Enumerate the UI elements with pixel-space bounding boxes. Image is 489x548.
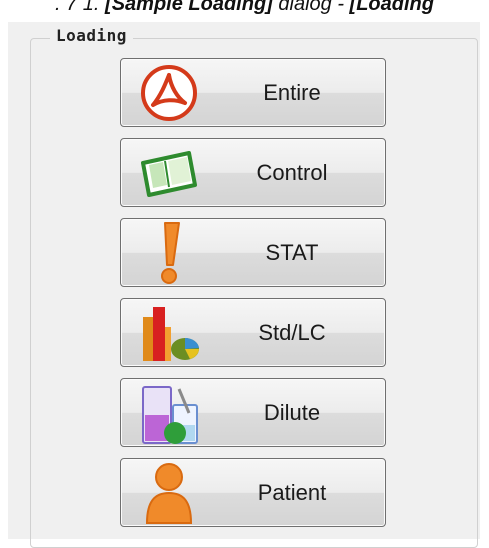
caption-suffix: [Loading bbox=[349, 0, 434, 15]
page-caption: . 7 1. [Sample Loading] dialog - [Loadin… bbox=[0, 0, 489, 16]
caption-prefix: . 7 1. bbox=[55, 0, 106, 15]
dilute-button[interactable]: Dilute bbox=[120, 378, 386, 447]
beaker-icon bbox=[135, 381, 201, 445]
bar-pie-chart-icon bbox=[135, 301, 201, 365]
entire-button-label: Entire bbox=[263, 79, 321, 105]
pdf-like-icon bbox=[135, 61, 201, 125]
control-button[interactable]: Control bbox=[120, 138, 386, 207]
caption-title: [Sample Loading] bbox=[105, 0, 273, 15]
stat-button-label: STAT bbox=[265, 239, 319, 265]
control-button-label: Control bbox=[256, 159, 328, 185]
person-icon bbox=[135, 461, 201, 525]
std-lc-button[interactable]: Std/LC bbox=[120, 298, 386, 367]
patient-button[interactable]: Patient bbox=[120, 458, 386, 527]
exclamation-icon bbox=[135, 221, 201, 285]
std-lc-button-label: Std/LC bbox=[258, 319, 326, 345]
entire-button[interactable]: Entire bbox=[120, 58, 386, 127]
stat-button[interactable]: STAT bbox=[120, 218, 386, 287]
control-card-icon bbox=[135, 141, 201, 205]
patient-button-label: Patient bbox=[257, 479, 327, 505]
loading-group-legend: Loading bbox=[50, 26, 133, 45]
caption-middle: dialog - bbox=[272, 0, 350, 15]
dilute-button-label: Dilute bbox=[263, 399, 321, 425]
